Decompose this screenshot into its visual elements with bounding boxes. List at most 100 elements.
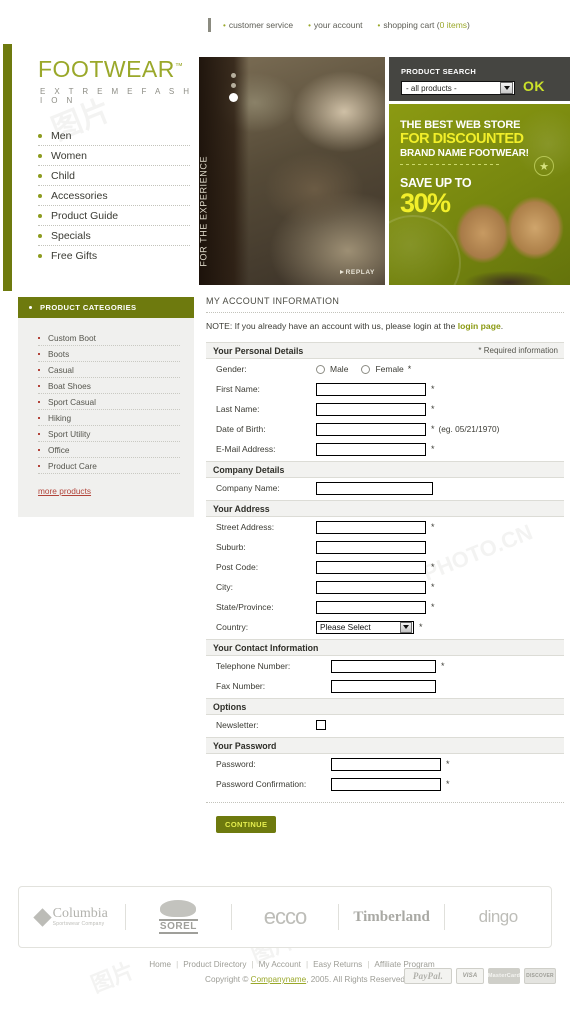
section-header-options: Options [206, 698, 564, 715]
section-title: Your Address [213, 503, 270, 514]
columbia-logo: Columbia Sportswear Company [32, 907, 108, 927]
category-item-custom-boot[interactable]: Custom Boot [38, 330, 180, 346]
promo-boots-image [444, 186, 570, 285]
slide-dot[interactable] [231, 73, 236, 78]
promo-dotted-divider [400, 164, 500, 165]
last-name-controls: * [316, 402, 435, 416]
first-name-input[interactable] [316, 382, 426, 396]
nav-item-men[interactable]: Men [38, 126, 190, 146]
newsletter-checkbox[interactable] [316, 720, 326, 730]
gender-female-radio[interactable] [361, 364, 371, 374]
date-of-birth-hint: (eg. 05/21/1970) [438, 424, 500, 434]
country-label: Country: [216, 622, 249, 632]
telephone-input[interactable] [331, 659, 436, 673]
newsletter-label: Newsletter: [216, 720, 259, 730]
nav-item-specials[interactable]: Specials [38, 226, 190, 246]
nav-item-accessories[interactable]: Accessories [38, 186, 190, 206]
diamond-icon [32, 907, 52, 927]
category-item-product-care[interactable]: Product Care [38, 458, 180, 474]
continue-button[interactable]: CONTINUE [216, 816, 277, 833]
category-item-hiking[interactable]: Hiking [38, 410, 180, 426]
required-star: * [431, 602, 435, 612]
slide-dot-active[interactable] [229, 93, 238, 102]
suburb-input[interactable] [316, 540, 426, 554]
country-select[interactable]: Please Select [316, 620, 414, 634]
section-title: Your Personal Details [213, 345, 304, 356]
bullet-icon [29, 306, 32, 309]
category-item-boots[interactable]: Boots [38, 346, 180, 362]
gender-male-radio[interactable] [316, 364, 325, 374]
nav-item-product-guide[interactable]: Product Guide [38, 206, 190, 226]
cart-item-count: 0 items [439, 20, 468, 30]
site-logo[interactable]: FOOTWEAR™ E X T R E M E F A S H I O N [38, 56, 198, 106]
more-products-link[interactable]: more products [38, 486, 91, 496]
hero-replay-button[interactable]: REPLAY [339, 269, 375, 276]
footer-link-product-directory[interactable]: Product Directory [183, 960, 246, 969]
bullet-icon [38, 254, 42, 258]
form-row-gender: Gender: Male Female * [206, 359, 564, 379]
category-item-sport-casual[interactable]: Sport Casual [38, 394, 180, 410]
bullet-icon [38, 133, 42, 138]
nav-item-product-guide-label: Product Guide [51, 209, 119, 222]
nav-item-child[interactable]: Child [38, 166, 190, 186]
main-content: MY ACCOUNT INFORMATION NOTE: If you alre… [206, 296, 564, 833]
password-label: Password: [216, 759, 256, 769]
star-badge-icon: ★ [534, 156, 554, 176]
chevron-down-icon[interactable] [500, 82, 513, 94]
category-item-office[interactable]: Office [38, 442, 180, 458]
login-note: NOTE: If you already have an account wit… [206, 313, 564, 340]
footer-link-home[interactable]: Home [149, 960, 171, 969]
search-ok-button[interactable]: OK [523, 78, 545, 94]
post-code-input[interactable] [316, 560, 426, 574]
nav-customer-service[interactable]: • customer service [223, 20, 293, 30]
date-of-birth-controls: * (eg. 05/21/1970) [316, 422, 500, 436]
section-title: Company Details [213, 464, 285, 475]
copyright-prefix: Copyright © [205, 975, 251, 984]
bullet-icon [38, 448, 40, 451]
brand-ecco[interactable]: ecco [232, 904, 338, 930]
brand-timberland[interactable]: Timberland [339, 909, 445, 926]
fax-input[interactable] [331, 679, 436, 693]
product-search-select[interactable]: - all products - [401, 81, 515, 95]
nav-your-account[interactable]: • your account [308, 20, 362, 30]
category-item-sport-utility[interactable]: Sport Utility [38, 426, 180, 442]
footer-link-my-account[interactable]: My Account [259, 960, 301, 969]
city-input[interactable] [316, 580, 426, 594]
street-address-input[interactable] [316, 520, 426, 534]
required-star: * [441, 661, 445, 671]
section-header-your-password: Your Password [206, 737, 564, 754]
state-province-input[interactable] [316, 600, 426, 614]
email-field[interactable] [316, 442, 426, 456]
brand-sorel[interactable]: SOREL [126, 900, 232, 934]
nav-customer-service-label: customer service [228, 20, 294, 30]
play-icon [339, 270, 344, 275]
company-name-controls [316, 481, 433, 495]
slide-dot[interactable] [231, 83, 236, 88]
password-input[interactable] [331, 757, 441, 771]
company-name-link[interactable]: Companyname [251, 975, 307, 984]
product-categories-panel: PRODUCT CATEGORIES Custom Boot Boots Cas… [18, 297, 194, 517]
last-name-input[interactable] [316, 402, 426, 416]
login-page-link[interactable]: login page [458, 321, 501, 331]
hero-slide-dots[interactable] [229, 73, 238, 107]
logo-brand-text: FOOTWEAR™ [38, 56, 184, 82]
bullet-icon [38, 464, 40, 467]
nav-item-free-gifts[interactable]: Free Gifts [38, 246, 190, 266]
category-item-casual[interactable]: Casual [38, 362, 180, 378]
promo-banner[interactable]: THE BEST WEB STORE FOR DISCOUNTED BRAND … [389, 104, 570, 285]
nav-shopping-cart[interactable]: • shopping cart (0 items) [378, 20, 470, 30]
chevron-down-icon[interactable] [400, 621, 412, 633]
nav-item-women[interactable]: Women [38, 146, 190, 166]
password-confirmation-input[interactable] [331, 777, 441, 791]
brand-columbia[interactable]: Columbia Sportswear Company [19, 907, 125, 927]
company-name-input[interactable] [316, 481, 433, 495]
hero-banner[interactable]: FOOTWEAR FOR THE EXPERIENCE REPLAY [199, 57, 385, 285]
bullet-icon [38, 400, 40, 403]
brand-dingo[interactable]: dingo [445, 907, 551, 927]
form-row-post-code: Post Code: * [206, 557, 564, 577]
bullet-icon: • [308, 21, 311, 30]
footer-link-easy-returns[interactable]: Easy Returns [313, 960, 362, 969]
top-navigation: • customer service • your account • shoppin… [208, 18, 485, 32]
date-of-birth-input[interactable] [316, 422, 426, 436]
category-item-boat-shoes[interactable]: Boat Shoes [38, 378, 180, 394]
